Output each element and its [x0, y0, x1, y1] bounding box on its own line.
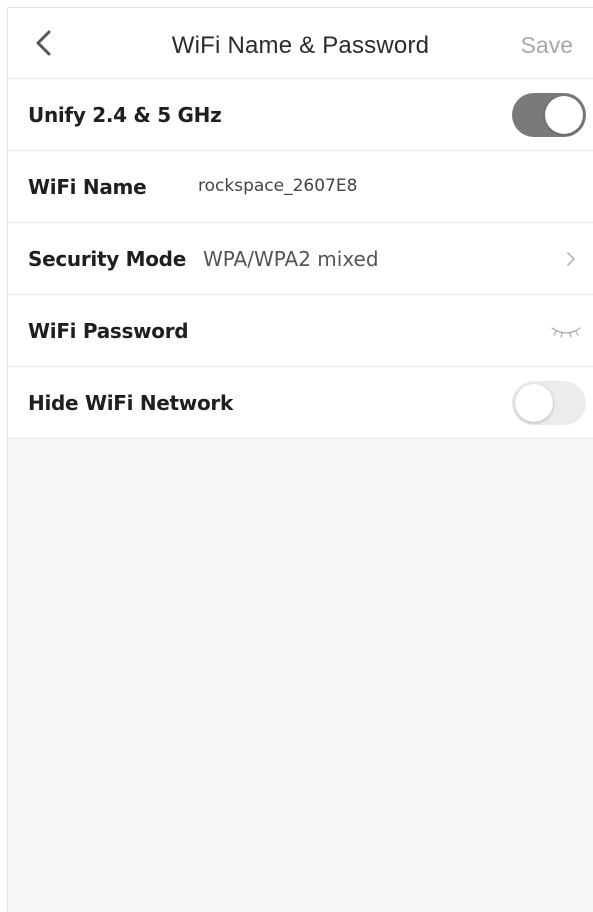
phone-screen: WiFi Name & Password Save Unify 2.4 & 5 …	[7, 7, 593, 912]
page-title: WiFi Name & Password	[171, 32, 430, 59]
hide-network-label: Hide WiFi Network	[28, 391, 233, 415]
toggle-knob	[545, 96, 583, 134]
unify-bands-toggle[interactable]	[512, 93, 586, 137]
chevron-right-icon	[567, 252, 575, 266]
wifi-password-label: WiFi Password	[28, 319, 189, 343]
security-mode-value: WPA/WPA2 mixed	[203, 247, 379, 271]
wifi-name-label: WiFi Name	[28, 175, 147, 199]
nav-bar: WiFi Name & Password Save	[8, 8, 593, 79]
unify-bands-label: Unify 2.4 & 5 GHz	[28, 103, 222, 127]
eye-closed-icon[interactable]	[549, 325, 583, 339]
toggle-knob	[515, 384, 553, 422]
security-mode-row[interactable]: Security Mode WPA/WPA2 mixed	[8, 223, 593, 295]
security-mode-label: Security Mode	[28, 247, 186, 271]
hide-network-toggle[interactable]	[512, 381, 586, 425]
unify-bands-row: Unify 2.4 & 5 GHz	[8, 79, 593, 151]
wifi-password-row: WiFi Password	[8, 295, 593, 367]
save-button[interactable]: Save	[521, 32, 573, 59]
wifi-name-input[interactable]: rockspace_2607E8	[198, 176, 357, 196]
hide-network-row: Hide WiFi Network	[8, 367, 593, 439]
wifi-name-row: WiFi Name rockspace_2607E8	[8, 151, 593, 223]
